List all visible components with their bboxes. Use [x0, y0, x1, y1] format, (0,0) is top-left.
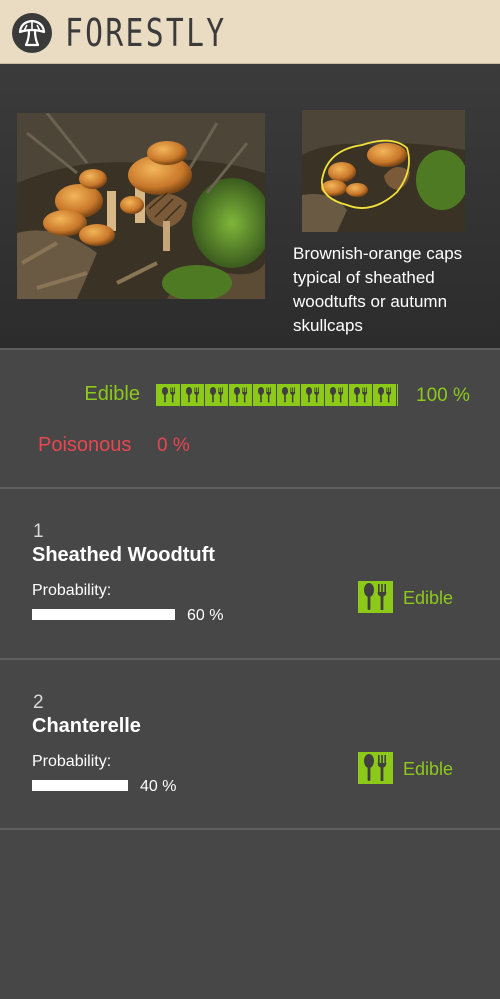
- fork-spoon-icon: [205, 384, 229, 406]
- probability-label: Probability:: [32, 582, 112, 599]
- probability-label: Probability:: [32, 753, 112, 770]
- fork-spoon-icon: [358, 752, 393, 784]
- app-header: FORESTLY: [0, 0, 500, 64]
- fork-spoon-icon: [229, 384, 253, 406]
- result-card[interactable]: 1 Sheathed Woodtuft Probability: 60 % Ed…: [0, 489, 500, 659]
- divider: [0, 828, 500, 830]
- fork-spoon-icon: [325, 384, 349, 406]
- probability-bar-fill: [32, 609, 175, 620]
- result-edibility-label: Edible: [403, 588, 454, 608]
- fork-spoon-icon: [277, 384, 301, 406]
- fork-spoon-icon: [157, 384, 181, 406]
- fork-spoon-icon: [358, 581, 393, 613]
- edible-label: Edible: [84, 383, 140, 405]
- edible-meter: [156, 384, 398, 406]
- result-species-name[interactable]: Chanterelle: [32, 715, 141, 738]
- poisonous-label: Poisonous: [38, 434, 132, 456]
- edible-percent: 100 %: [416, 385, 470, 406]
- mushroom-photo-thumbnail[interactable]: [302, 110, 465, 232]
- photo-panel: Brownish-orange caps typical of sheathed…: [0, 64, 500, 348]
- fork-spoon-icon: [349, 384, 373, 406]
- edibility-summary: Edible 100 % Poisonous 0 %: [0, 350, 500, 487]
- fork-spoon-icon: [373, 384, 397, 406]
- probability-bar: [32, 609, 272, 620]
- mushroom-photo[interactable]: [17, 113, 265, 299]
- fork-spoon-icon: [181, 384, 205, 406]
- app-brand-title: FORESTLY: [65, 11, 227, 55]
- fork-spoon-icon: [253, 384, 277, 406]
- result-species-name[interactable]: Sheathed Woodtuft: [32, 544, 215, 567]
- photo-caption: Brownish-orange caps typical of sheathed…: [293, 244, 463, 335]
- result-edibility-label: Edible: [403, 759, 454, 779]
- result-rank: 2: [33, 692, 44, 713]
- probability-percent: 40 %: [140, 778, 177, 795]
- result-rank: 1: [33, 521, 44, 542]
- probability-bar-fill: [32, 780, 128, 791]
- poisonous-percent: 0 %: [157, 435, 190, 456]
- fork-spoon-icon: [301, 384, 325, 406]
- result-card[interactable]: 2 Chanterelle Probability: 40 % Edible: [0, 660, 500, 830]
- probability-percent: 60 %: [187, 607, 224, 624]
- mushroom-logo-icon[interactable]: [12, 13, 52, 53]
